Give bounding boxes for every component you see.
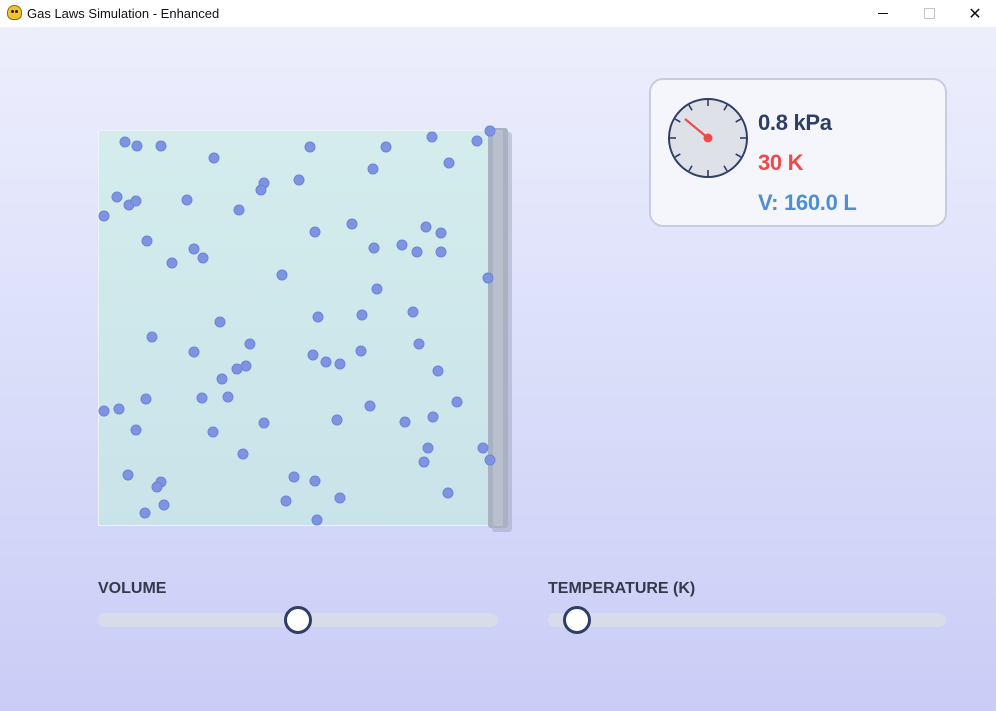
gas-molecule bbox=[111, 191, 123, 203]
gas-molecule bbox=[312, 311, 324, 323]
gauge-hub bbox=[703, 133, 713, 143]
gas-molecule bbox=[197, 252, 209, 264]
gas-molecule bbox=[98, 405, 110, 417]
minimize-icon bbox=[878, 13, 888, 14]
gas-molecule bbox=[122, 469, 134, 481]
gas-molecule bbox=[188, 346, 200, 358]
gas-molecule bbox=[432, 365, 444, 377]
gas-molecule bbox=[280, 495, 292, 507]
gas-molecule bbox=[216, 373, 228, 385]
maximize-icon bbox=[923, 8, 935, 19]
gas-molecule bbox=[231, 363, 243, 375]
pressure-gauge bbox=[668, 98, 748, 178]
gas-molecule bbox=[309, 475, 321, 487]
gas-molecule bbox=[207, 426, 219, 438]
gas-molecule bbox=[367, 163, 379, 175]
gas-molecule bbox=[155, 140, 167, 152]
gas-molecule bbox=[166, 257, 178, 269]
gas-molecule bbox=[380, 141, 392, 153]
gas-molecule bbox=[196, 392, 208, 404]
gas-molecule bbox=[98, 210, 110, 222]
gas-molecule bbox=[130, 424, 142, 436]
gas-container bbox=[98, 130, 490, 526]
minimize-button[interactable] bbox=[860, 0, 906, 27]
gas-molecule bbox=[119, 136, 131, 148]
temperature-slider-label: TEMPERATURE (K) bbox=[548, 580, 696, 597]
window-title: Gas Laws Simulation - Enhanced bbox=[27, 6, 220, 21]
temperature-slider-track[interactable] bbox=[548, 613, 946, 627]
gas-molecule bbox=[304, 141, 316, 153]
gas-molecule bbox=[139, 507, 151, 519]
gas-molecule bbox=[368, 242, 380, 254]
gas-molecule bbox=[427, 411, 439, 423]
gas-molecule bbox=[307, 349, 319, 361]
gas-molecule bbox=[331, 414, 343, 426]
volume-readout: V: 160.0 L bbox=[758, 190, 857, 215]
gas-molecule bbox=[334, 358, 346, 370]
gas-molecule bbox=[293, 174, 305, 186]
gas-molecule bbox=[214, 316, 226, 328]
gas-molecule bbox=[364, 400, 376, 412]
temperature-readout: 30 K bbox=[758, 150, 804, 175]
gas-molecule bbox=[482, 272, 494, 284]
gas-molecule bbox=[442, 487, 454, 499]
gas-molecule bbox=[311, 514, 323, 526]
gas-molecule bbox=[237, 448, 249, 460]
gas-molecule bbox=[320, 356, 332, 368]
gas-molecule bbox=[471, 135, 483, 147]
pressure-readout: 0.8 kPa bbox=[758, 110, 832, 135]
gas-molecule bbox=[188, 243, 200, 255]
volume-slider-label: VOLUME bbox=[98, 580, 167, 597]
gas-molecule bbox=[346, 218, 358, 230]
gas-molecule bbox=[276, 269, 288, 281]
gas-molecule bbox=[435, 246, 447, 258]
pygame-snake-icon bbox=[7, 5, 22, 20]
gas-molecule bbox=[451, 396, 463, 408]
gas-molecule bbox=[399, 416, 411, 428]
gas-molecule bbox=[181, 194, 193, 206]
gas-molecule bbox=[407, 306, 419, 318]
gas-molecule bbox=[151, 481, 163, 493]
gas-molecule bbox=[113, 403, 125, 415]
gas-molecule bbox=[140, 393, 152, 405]
gas-molecule bbox=[422, 442, 434, 454]
gas-molecule bbox=[146, 331, 158, 343]
gas-molecule bbox=[443, 157, 455, 169]
gas-molecule bbox=[233, 204, 245, 216]
gas-molecule bbox=[484, 125, 496, 137]
gas-molecule bbox=[130, 195, 142, 207]
maximize-button[interactable] bbox=[906, 0, 952, 27]
gas-molecule bbox=[158, 499, 170, 511]
gas-molecule bbox=[396, 239, 408, 251]
temperature-slider-handle[interactable] bbox=[563, 606, 591, 634]
gas-molecule bbox=[309, 226, 321, 238]
gas-molecule bbox=[477, 442, 489, 454]
gas-molecule bbox=[411, 246, 423, 258]
gas-molecule bbox=[334, 492, 346, 504]
close-button[interactable]: ✕ bbox=[952, 0, 996, 27]
gas-molecule bbox=[131, 140, 143, 152]
gas-molecule bbox=[255, 184, 267, 196]
gas-molecule bbox=[208, 152, 220, 164]
title-bar: Gas Laws Simulation - Enhanced ✕ bbox=[0, 0, 996, 27]
gas-molecule bbox=[141, 235, 153, 247]
gas-molecule bbox=[356, 309, 368, 321]
gas-molecule bbox=[288, 471, 300, 483]
gas-molecule bbox=[413, 338, 425, 350]
piston-rod bbox=[493, 130, 503, 526]
gas-molecule bbox=[418, 456, 430, 468]
volume-slider-handle[interactable] bbox=[284, 606, 312, 634]
gas-molecule bbox=[371, 283, 383, 295]
close-icon: ✕ bbox=[968, 5, 982, 23]
gas-molecule bbox=[420, 221, 432, 233]
gas-molecule bbox=[426, 131, 438, 143]
gas-molecule bbox=[222, 391, 234, 403]
gas-molecule bbox=[258, 417, 270, 429]
gas-molecule bbox=[355, 345, 367, 357]
gas-molecule bbox=[435, 227, 447, 239]
gas-molecule bbox=[484, 454, 496, 466]
gas-molecule bbox=[244, 338, 256, 350]
